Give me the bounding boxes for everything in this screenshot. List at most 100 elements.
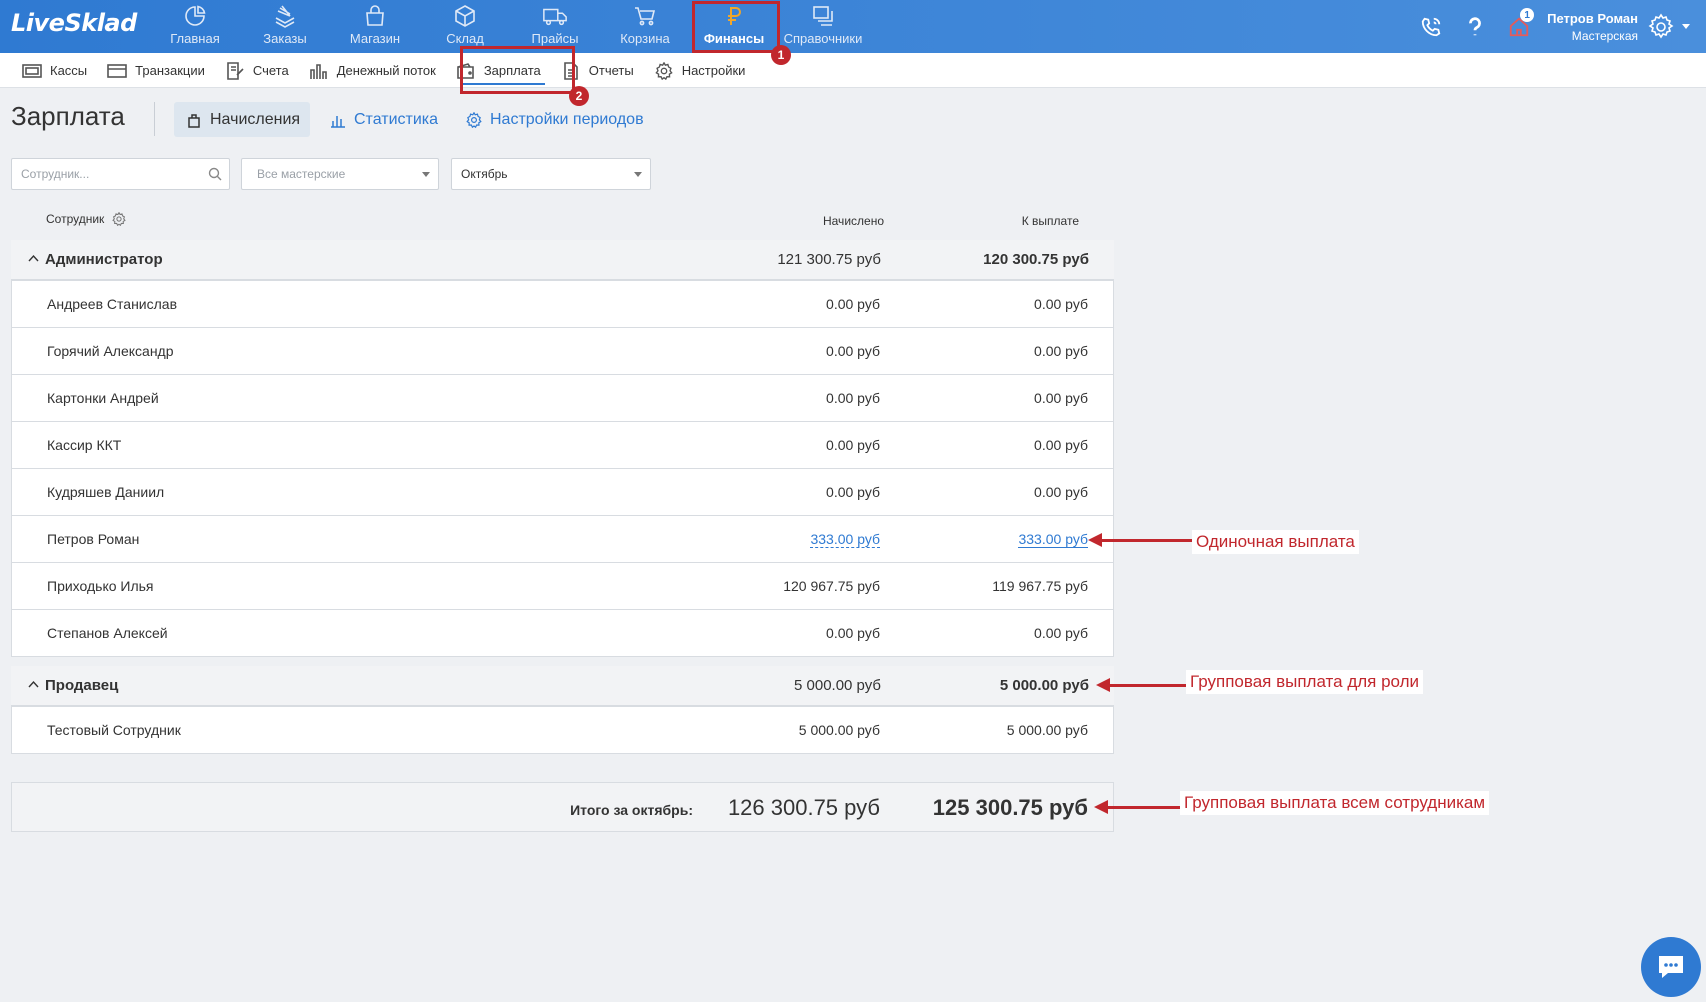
column-accrued: Начислено <box>822 214 884 228</box>
table-row: Степанов Алексей 0.00 руб 0.00 руб <box>11 610 1114 657</box>
notification-badge: 1 <box>1520 8 1535 22</box>
table-row: Приходько Илья 120 967.75 руб 119 967.75… <box>11 563 1114 610</box>
bar-chart-icon <box>331 115 345 128</box>
total-label: Итого за октябрь: <box>570 802 693 818</box>
help-button[interactable] <box>1453 0 1497 53</box>
group-accrued: 121 300.75 руб <box>777 251 881 268</box>
accrued-value: 0.00 руб <box>826 296 880 312</box>
table-row: Кудряшев Даниил 0.00 руб 0.00 руб <box>11 469 1114 516</box>
search-icon <box>208 167 222 181</box>
tab-label: Статистика <box>354 110 439 128</box>
notifications-button[interactable]: 1 <box>1497 0 1541 53</box>
subnav-label: Счета <box>252 63 289 78</box>
table-row: Андреев Станислав 0.00 руб 0.00 руб <box>11 281 1114 328</box>
finance-subnav: Кассы Транзакции Счета Денежный поток За… <box>0 53 1706 88</box>
column-payout: К выплате <box>1021 214 1079 228</box>
user-info[interactable]: Петров Роман Мастерская <box>1547 11 1638 43</box>
tab-statistics[interactable]: Статистика <box>330 102 438 137</box>
question-icon <box>1469 16 1482 35</box>
table-row: Петров Роман 333.00 руб 333.00 руб <box>11 516 1114 563</box>
payout-value: 0.00 руб <box>1034 390 1088 406</box>
group-name: Администратор <box>45 251 163 268</box>
chat-button[interactable] <box>1641 937 1701 997</box>
month-select-value: Октябрь <box>461 167 508 181</box>
group-accrued: 5 000.00 руб <box>794 677 881 694</box>
marker-1: 1 <box>771 45 791 65</box>
nav-item-orders[interactable]: Заказы <box>240 0 330 53</box>
employee-search-input[interactable]: Сотрудник... <box>11 158 230 190</box>
group-payout[interactable]: 120 300.75 руб <box>983 251 1089 268</box>
user-name: Петров Роман <box>1547 10 1638 26</box>
subnav-item-settings[interactable]: Настройки <box>654 53 746 88</box>
nav-label: Магазин <box>349 31 401 46</box>
chevron-up-icon[interactable] <box>28 253 39 264</box>
workshop-select-value: Все мастерские <box>257 167 346 181</box>
subnav-label: Кассы <box>50 63 88 78</box>
note-group-all-payout: Групповая выплата всем сотрудникам <box>1180 791 1490 815</box>
card-icon <box>107 63 127 78</box>
user-gear-icon <box>1648 13 1674 38</box>
employee-name: Кассир ККТ <box>47 437 122 453</box>
cash-icon <box>22 63 42 78</box>
accrued-value: 0.00 руб <box>826 625 880 641</box>
nav-item-home[interactable]: Главная <box>150 0 240 53</box>
workshop-select[interactable]: Все мастерские <box>241 158 439 190</box>
subnav-item-cashflow[interactable]: Денежный поток <box>309 53 436 88</box>
user-settings-button[interactable] <box>1646 12 1706 42</box>
total-payout[interactable]: 125 300.75 руб <box>933 795 1088 821</box>
pie-chart-icon <box>185 5 206 26</box>
payout-value: 0.00 руб <box>1034 437 1088 453</box>
subnav-item-invoices[interactable]: Счета <box>225 53 289 88</box>
payout-value: 0.00 руб <box>1034 625 1088 641</box>
phone-button[interactable] <box>1409 0 1453 53</box>
chat-bubble-icon <box>1659 956 1683 978</box>
month-select[interactable]: Октябрь <box>451 158 651 190</box>
highlight-finance <box>692 1 780 53</box>
tab-period-settings[interactable]: Настройки периодов <box>466 102 644 137</box>
employee-name: Горячий Александр <box>47 343 174 359</box>
group-payout[interactable]: 5 000.00 руб <box>1000 677 1089 694</box>
accrued-value: 0.00 руб <box>826 437 880 453</box>
truck-icon <box>543 8 567 26</box>
search-placeholder: Сотрудник... <box>21 167 90 181</box>
table-header: Сотрудник Начислено К выплате <box>11 208 1114 240</box>
employee-name: Кудряшев Даниил <box>47 484 165 500</box>
cart-icon <box>635 7 656 26</box>
employee-name: Приходько Илья <box>47 578 154 594</box>
subnav-label: Транзакции <box>135 63 205 78</box>
payout-link[interactable]: 333.00 руб <box>1018 531 1088 548</box>
accrued-value: 0.00 руб <box>826 484 880 500</box>
top-navigation-bar: LiveSklad Главная Заказы Магазин Склад П… <box>0 0 1706 53</box>
group-row-seller[interactable]: Продавец 5 000.00 руб 5 000.00 руб <box>11 666 1114 707</box>
employee-name: Андреев Станислав <box>47 296 178 312</box>
nav-item-shop[interactable]: Магазин <box>330 0 420 53</box>
nav-item-cart[interactable]: Корзина <box>600 0 690 53</box>
subnav-item-transactions[interactable]: Транзакции <box>107 53 205 88</box>
table-row: Горячий Александр 0.00 руб 0.00 руб <box>11 328 1114 375</box>
accrued-value: 0.00 руб <box>826 343 880 359</box>
gear-icon[interactable] <box>112 212 127 226</box>
note-single-payout: Одиночная выплата <box>1192 530 1359 554</box>
subnav-item-cashboxes[interactable]: Кассы <box>22 53 87 88</box>
column-employee: Сотрудник <box>46 212 127 226</box>
subnav-label: Настройки <box>681 63 746 78</box>
stack-icon <box>275 5 295 28</box>
group-name: Продавец <box>45 677 119 694</box>
accrued-link[interactable]: 333.00 руб <box>810 531 880 548</box>
tab-accruals[interactable]: Начисления <box>174 102 310 137</box>
total-accrued: 126 300.75 руб <box>727 795 880 820</box>
group-row-administrator[interactable]: Администратор 121 300.75 руб 120 300.75 … <box>11 240 1114 281</box>
employee-name: Степанов Алексей <box>47 625 168 641</box>
nav-label: Корзина <box>620 31 670 46</box>
accrued-value: 120 967.75 руб <box>783 578 880 594</box>
nav-label: Склад <box>446 31 484 46</box>
app-logo[interactable]: LiveSklad <box>11 9 137 37</box>
bar-chart-icon <box>309 63 327 79</box>
arrow-group-role-payout <box>1096 678 1186 692</box>
nav-item-directories[interactable]: Справочники <box>778 0 868 53</box>
table-row: Кассир ККТ 0.00 руб 0.00 руб <box>11 422 1114 469</box>
column-employee-label: Сотрудник <box>46 212 105 226</box>
gear-icon <box>466 111 482 128</box>
chevron-up-icon[interactable] <box>28 679 39 690</box>
title-divider <box>154 102 155 136</box>
